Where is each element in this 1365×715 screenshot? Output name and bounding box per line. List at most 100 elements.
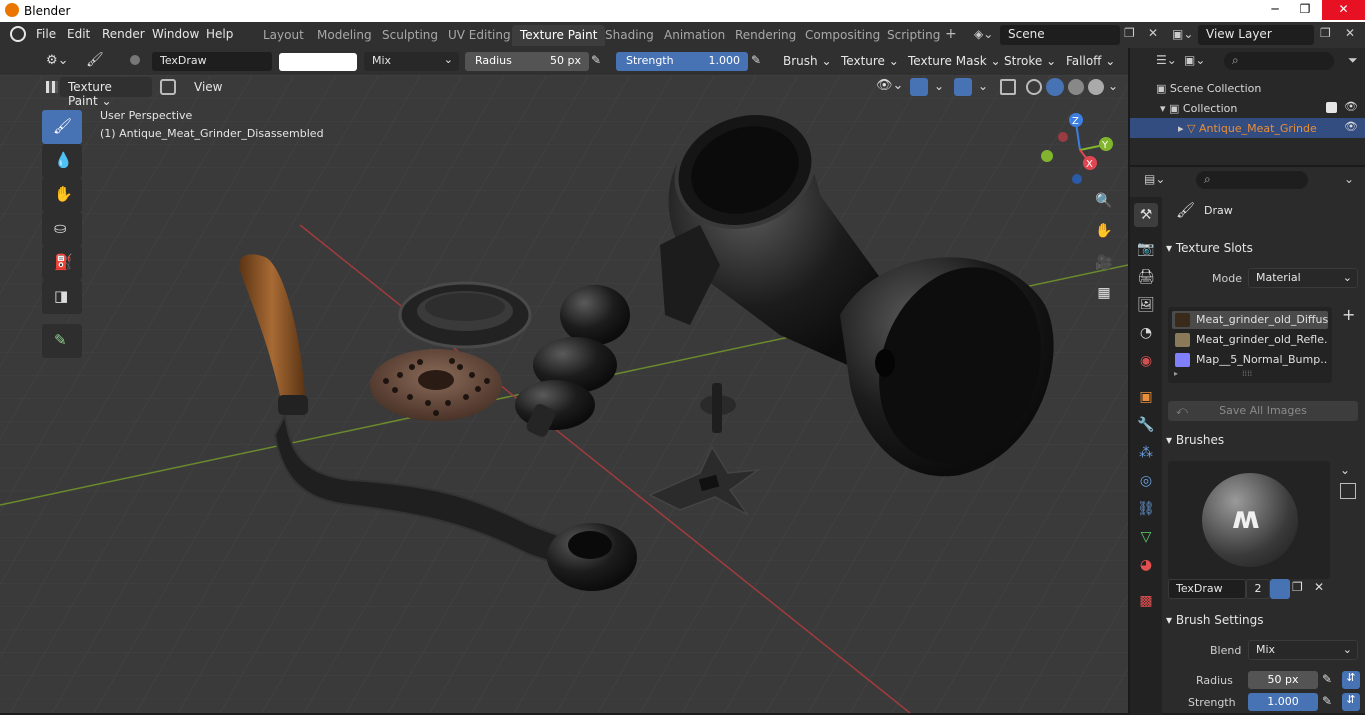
view-layer-selector[interactable]: View Layer [1198, 25, 1314, 45]
ortho-grid-icon[interactable]: ▦ [1093, 285, 1115, 307]
display-mode-icon[interactable]: ▣⌄ [1184, 53, 1205, 67]
chevron-down-icon[interactable]: ⌄ [1108, 79, 1118, 93]
stroke-menu[interactable]: Stroke ⌄ [1004, 52, 1056, 71]
wireframe-shading-icon[interactable] [1026, 79, 1042, 95]
radius-field[interactable]: 50 px [1248, 671, 1318, 689]
rendered-shading-icon[interactable] [1088, 79, 1104, 95]
properties-search-input[interactable]: ⌕ [1196, 171, 1308, 189]
view-layer-icon[interactable]: ▣⌄ [1172, 27, 1193, 41]
mask-tool-button[interactable]: ◨ [42, 280, 82, 314]
radius-slider[interactable]: Radius 50 px [465, 52, 589, 71]
camera-icon[interactable]: 🎥 [1093, 255, 1115, 277]
tab-scripting[interactable]: Scripting [879, 25, 948, 46]
texture-menu[interactable]: Texture ⌄ [841, 52, 899, 71]
output-tab-icon[interactable]: 🖨 [1134, 265, 1158, 289]
outliner-editor-icon[interactable]: ☰⌄ [1156, 53, 1177, 67]
scene-selector[interactable]: Scene [1000, 25, 1120, 45]
constraints-tab-icon[interactable]: ⛓ [1134, 497, 1158, 521]
fake-user-shield-icon[interactable] [1270, 579, 1290, 599]
maximize-button[interactable]: ❐ [1290, 0, 1320, 20]
tab-rendering[interactable]: Rendering [727, 25, 804, 46]
brush-settings-header[interactable]: ▾ Brush Settings [1166, 609, 1365, 631]
menu-window[interactable]: Window [152, 27, 199, 41]
brush-name-field[interactable]: TexDraw [1168, 579, 1246, 599]
add-workspace-icon[interactable]: + [945, 26, 957, 42]
tab-modeling[interactable]: Modeling [309, 25, 380, 46]
brushes-header[interactable]: ▾ Brushes [1166, 429, 1365, 451]
eye-icon[interactable]: 👁 [1344, 100, 1358, 113]
save-all-images-button[interactable]: ⤺ Save All Images [1168, 401, 1358, 421]
tab-compositing[interactable]: Compositing [797, 25, 888, 46]
new-scene-icon[interactable]: ❐ [1124, 26, 1135, 40]
zoom-icon[interactable]: 🔍 [1093, 193, 1115, 215]
data-tab-icon[interactable]: ▽ [1134, 525, 1158, 549]
tool-settings-icon[interactable]: ⚙⌄ [46, 53, 69, 68]
chevron-down-icon[interactable]: ⌄ [1340, 463, 1350, 477]
new-view-layer-icon[interactable]: ❐ [1320, 26, 1331, 40]
pressure-radius-icon[interactable]: ✎ [1322, 672, 1332, 686]
menu-help[interactable]: Help [206, 27, 233, 41]
brush-color-swatch[interactable] [279, 53, 357, 71]
blend-mode-dropdown[interactable]: Mix ⌄ [364, 52, 459, 71]
brush-preview-icon[interactable] [130, 55, 140, 65]
physics-tab-icon[interactable]: ◎ [1134, 469, 1158, 493]
render-tab-icon[interactable]: 📷 [1134, 237, 1158, 261]
menu-render[interactable]: Render [102, 27, 145, 41]
paint-mask-icon[interactable] [160, 79, 176, 95]
resize-handle-icon[interactable]: ⁞⁞⁞⁞ [1242, 369, 1252, 378]
falloff-menu[interactable]: Falloff ⌄ [1066, 52, 1115, 71]
soften-tool-button[interactable]: 💧 [42, 144, 82, 178]
strength-toggle-icon[interactable]: ⇵ [1342, 693, 1360, 711]
pan-hand-icon[interactable]: ✋ [1093, 223, 1115, 245]
scene-collection-row[interactable]: ▣ Scene Collection [1130, 78, 1365, 98]
add-slot-icon[interactable]: + [1342, 305, 1355, 324]
solid-shading-icon[interactable] [1046, 78, 1064, 96]
3d-viewport[interactable]: Z Y X Texture Paint ⌄ View 👁⌄ ⌄ ⌄ ⌄ User… [0, 75, 1128, 713]
xray-toggle-icon[interactable] [1000, 79, 1016, 95]
world-tab-icon[interactable]: ◉ [1134, 349, 1158, 373]
properties-editor-icon[interactable]: ▤⌄ [1144, 172, 1165, 186]
menu-edit[interactable]: Edit [67, 27, 90, 41]
slot-mode-dropdown[interactable]: Material ⌄ [1248, 268, 1358, 288]
fill-tool-button[interactable]: ⛽ [42, 246, 82, 280]
close-button[interactable]: ✕ [1322, 0, 1365, 20]
minimize-button[interactable]: ─ [1260, 0, 1290, 20]
blend-dropdown[interactable]: Mix ⌄ [1248, 640, 1358, 660]
texture-mask-menu[interactable]: Texture Mask ⌄ [908, 52, 1001, 71]
remove-view-layer-icon[interactable]: ✕ [1345, 26, 1355, 40]
texture-slot-item[interactable]: Meat_grinder_old_Refle... [1172, 331, 1328, 349]
chevron-down-icon[interactable]: ⌄ [934, 79, 944, 93]
tab-layout[interactable]: Layout [255, 25, 312, 46]
expand-list-icon[interactable]: ▸ [1174, 369, 1178, 378]
tab-shading[interactable]: Shading [597, 25, 662, 46]
texture-slot-item[interactable]: Meat_grinder_old_Diffus... [1172, 311, 1328, 329]
image-icon[interactable] [1340, 483, 1356, 499]
tab-animation[interactable]: Animation [656, 25, 733, 46]
radius-unit-toggle-icon[interactable]: ⇵ [1342, 671, 1360, 689]
scene-tab-icon[interactable]: ◔ [1134, 321, 1158, 345]
view-layer-tab-icon[interactable]: 🖼 [1134, 293, 1158, 317]
perforated-plate[interactable] [370, 349, 502, 421]
draw-tool-button[interactable]: 🖌 [42, 110, 82, 144]
blender-menu-icon[interactable] [10, 26, 26, 42]
clone-tool-button[interactable]: ⛀ [42, 212, 82, 246]
menu-file[interactable]: File [36, 27, 56, 41]
pressure-strength-icon[interactable]: ✎ [751, 53, 761, 67]
brush-preview[interactable]: ʍ [1168, 461, 1330, 579]
brush-icon[interactable]: 🖌 [86, 52, 104, 68]
modifier-tab-icon[interactable]: 🔧 [1134, 413, 1158, 437]
overlay-toggle-icon[interactable] [954, 78, 972, 96]
texture-slot-item[interactable]: Map__5_Normal_Bump... [1172, 351, 1328, 369]
collection-row[interactable]: ▾ ▣ Collection 👁 [1130, 98, 1365, 118]
eye-icon[interactable]: 👁 [1344, 120, 1358, 133]
particles-tab-icon[interactable]: ⁂ [1134, 441, 1158, 465]
pressure-strength-icon[interactable]: ✎ [1322, 694, 1332, 708]
tool-tab-icon[interactable]: ⚒ [1134, 203, 1158, 227]
smear-tool-button[interactable]: ✋ [42, 178, 82, 212]
strength-field[interactable]: 1.000 [1248, 693, 1318, 711]
filter-icon[interactable]: ⏷ [1348, 53, 1358, 68]
object-row[interactable]: ▸ ▽ Antique_Meat_Grinde 👁 [1130, 118, 1365, 138]
scene-icon[interactable]: ◈⌄ [974, 27, 993, 41]
material-tab-icon[interactable]: ◕ [1134, 553, 1158, 577]
chevron-down-icon[interactable]: ⌄ [978, 79, 988, 93]
